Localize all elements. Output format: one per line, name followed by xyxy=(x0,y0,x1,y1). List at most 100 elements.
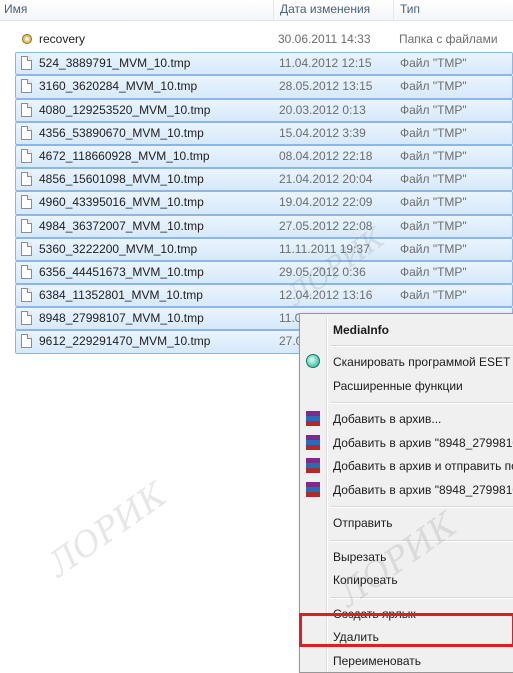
file-row[interactable]: 3160_3620284_MVM_10.tmp 28.05.2012 13:15 Ф… xyxy=(15,75,513,99)
modified-date: 11.04.2012 12:15 xyxy=(279,56,372,71)
menu-item-label: Копировать xyxy=(333,573,398,587)
file-icon xyxy=(21,102,34,119)
file-row[interactable]: 4856_15601098_MVM_10.tmp 21.04.2012 20:04… xyxy=(15,168,513,192)
menu-item-label: Отправить xyxy=(333,516,393,530)
file-name: 524_3889791_MVM_10.tmp xyxy=(39,56,191,71)
file-row[interactable]: 6356_44451673_MVM_10.tmp 29.05.2012 0:36 Ф… xyxy=(15,260,513,285)
file-name: 4984_36372007_MVM_10.tmp xyxy=(39,218,204,233)
file-icon xyxy=(21,311,34,327)
menu-item[interactable]: Расширенные функции xyxy=(300,375,513,397)
menu-item[interactable]: Отправить xyxy=(300,512,513,534)
file-type: Файл "TMP" xyxy=(400,79,467,94)
file-name: recovery xyxy=(39,32,86,46)
watermark-text: ЛОРИК xyxy=(40,474,175,586)
file-row[interactable]: 4356_53890670_MVM_10.tmp 15.04.2012 3:39 Ф… xyxy=(15,121,513,145)
file-icon xyxy=(21,264,34,281)
file-type: Файл "TMP" xyxy=(400,102,467,117)
file-icon xyxy=(21,79,34,95)
modified-date: 15.04.2012 3:39 xyxy=(279,125,366,140)
winrar-icon xyxy=(306,458,322,474)
file-type: Файл "TMP" xyxy=(400,125,467,140)
menu-item-label: Вырезать xyxy=(333,549,387,564)
menu-item-label: Переименовать xyxy=(333,653,421,668)
file-type: Файл "TMP" xyxy=(400,218,467,233)
menu-separator xyxy=(330,345,513,347)
eset-icon xyxy=(306,354,322,370)
file-name: 6356_44451673_MVM_10.tmp xyxy=(39,264,204,279)
menu-item[interactable]: Добавить в архив "8948_27998107_ xyxy=(300,479,513,501)
file-list: recovery 30.06.2011 14:33 Папка с файлами 5… xyxy=(0,29,513,354)
file-row[interactable]: 4672_118660928_MVM_10.tmp 08.04.2012 22:1… xyxy=(15,144,513,169)
modified-date: 28.05.2012 13:15 xyxy=(279,79,373,94)
modified-date: 20.03.2012 0:13 xyxy=(279,102,366,117)
file-name: 4356_53890670_MVM_10.tmp xyxy=(39,125,204,140)
column-header-type[interactable]: Тип xyxy=(393,0,513,20)
file-type: Файл "TMP" xyxy=(400,195,467,210)
menu-separator xyxy=(330,402,513,404)
file-type: Папка с файлами xyxy=(399,32,498,46)
file-name: 5360_3222200_MVM_10.tmp xyxy=(39,241,198,256)
file-icon xyxy=(21,218,34,235)
menu-item[interactable]: Переименовать xyxy=(300,650,513,672)
file-type: Файл "TMP" xyxy=(400,241,467,256)
menu-item-label: Расширенные функции xyxy=(333,378,463,393)
file-row[interactable]: 4080_129253520_MVM_10.tmp 20.03.2012 0:13… xyxy=(15,98,513,122)
gear-icon xyxy=(20,32,33,48)
modified-date: 11.11.2011 19:37 xyxy=(279,241,370,256)
file-row[interactable]: 524_3889791_MVM_10.tmp 11.04.2012 12:15 Фа… xyxy=(15,52,513,76)
file-type: Файл "TMP" xyxy=(400,56,467,71)
file-row[interactable]: 5360_3222200_MVM_10.tmp 11.11.2011 19:37 Ф… xyxy=(15,237,513,261)
menu-separator xyxy=(330,596,513,599)
winrar-icon xyxy=(306,411,322,427)
file-name: 4672_118660928_MVM_10.tmp xyxy=(39,148,210,163)
delete-highlight-box xyxy=(299,613,513,647)
menu-item-label: MediaInfo xyxy=(333,323,389,337)
file-icon xyxy=(21,288,34,304)
menu-item[interactable]: Добавить в архив и отправить по xyxy=(300,455,513,477)
modified-date: 21.04.2012 20:04 xyxy=(279,172,373,187)
modified-date: 19.04.2012 22:09 xyxy=(279,195,373,210)
modified-date: 30.06.2011 14:33 xyxy=(278,32,371,46)
file-icon xyxy=(21,334,34,350)
file-row[interactable]: 6384_11352801_MVM_10.tmp 12.04.2012 13:16… xyxy=(15,284,513,308)
modified-date: 29.05.2012 0:36 xyxy=(279,264,366,279)
column-header-date[interactable]: Дата изменения xyxy=(273,0,393,20)
file-row[interactable]: 4984_36372007_MVM_10.tmp 27.05.2012 22:08… xyxy=(15,214,513,238)
menu-separator xyxy=(330,506,513,508)
modified-date: 08.04.2012 22:18 xyxy=(279,148,373,163)
menu-item[interactable]: Добавить в архив "8948_27998107_ xyxy=(300,432,513,454)
winrar-icon xyxy=(306,481,322,498)
menu-item-label: Сканировать программой ESET S xyxy=(333,355,513,369)
menu-item[interactable]: Сканировать программой ESET S xyxy=(300,351,513,373)
modified-date: 27.05.2012 22:08 xyxy=(279,218,373,233)
menu-item[interactable]: Копировать xyxy=(300,569,513,591)
file-icon xyxy=(21,241,34,258)
menu-item-label: Добавить в архив "8948_27998107_ xyxy=(333,482,513,497)
file-type: Файл "TMP" xyxy=(400,172,467,187)
file-name: 3160_3620284_MVM_10.tmp xyxy=(39,79,198,94)
file-type: Файл "TMP" xyxy=(400,288,467,303)
file-name: 9612_229291470_MVM_10.tmp xyxy=(39,334,211,349)
file-icon xyxy=(21,148,34,165)
file-icon xyxy=(21,172,34,188)
menu-item[interactable]: Вырезать xyxy=(300,546,513,568)
folder-row[interactable]: recovery 30.06.2011 14:33 Папка с файлами xyxy=(0,29,513,52)
winrar-icon xyxy=(306,434,322,451)
column-header-name[interactable]: Имя xyxy=(0,0,273,20)
file-name: 4856_15601098_MVM_10.tmp xyxy=(39,172,204,187)
menu-separator xyxy=(330,539,513,542)
file-row[interactable]: 4960_43395016_MVM_10.tmp 19.04.2012 22:09… xyxy=(15,191,513,215)
menu-item-label: Добавить в архив и отправить по xyxy=(333,459,513,473)
file-name: 8948_27998107_MVM_10.tmp xyxy=(39,311,204,326)
menu-item[interactable]: MediaInfo xyxy=(300,319,513,341)
file-type: Файл "TMP" xyxy=(400,264,467,279)
menu-item[interactable]: Добавить в архив... xyxy=(300,408,513,430)
menu-item-label: Добавить в архив "8948_27998107_ xyxy=(333,435,513,450)
file-icon xyxy=(21,125,34,142)
menu-item-label: Добавить в архив... xyxy=(333,412,442,426)
modified-date: 12.04.2012 13:16 xyxy=(279,288,373,303)
column-header-bar: Имя Дата изменения Тип xyxy=(0,0,513,21)
file-type: Файл "TMP" xyxy=(400,148,467,163)
file-name: 4960_43395016_MVM_10.tmp xyxy=(39,195,204,210)
file-name: 4080_129253520_MVM_10.tmp xyxy=(39,102,211,117)
